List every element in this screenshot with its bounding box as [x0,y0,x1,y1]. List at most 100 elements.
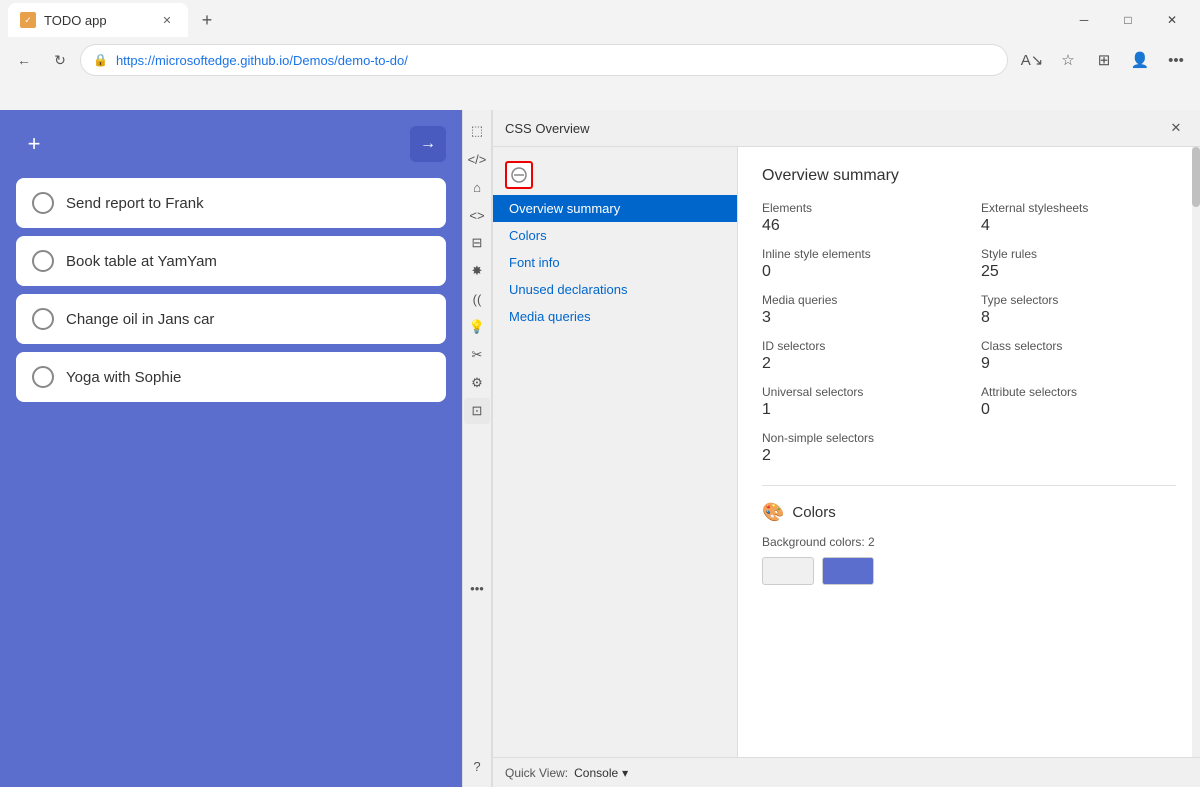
devtools-sidebar: ⬚ </> ⌂ <> ⊟ ✸ (( 💡 ✂ ⚙ ⊡ ••• ? [462,110,492,787]
devtools-icon-settings[interactable]: ⚙ [464,370,490,396]
css-divider [762,485,1176,486]
devtools-icon-elements[interactable]: ⌂ [464,174,490,200]
close-window-button[interactable]: ✕ [1152,6,1192,34]
stat-nonsimple-label: Non-simple selectors [762,431,957,445]
todo-item[interactable]: Change oil in Jans car [16,294,446,344]
stat-external-label: External stylesheets [981,201,1176,215]
new-tab-button[interactable]: + [192,5,222,35]
stat-attribute-label: Attribute selectors [981,385,1176,399]
todo-checkbox[interactable] [32,366,54,388]
main-area: + → Send report to Frank Book table at Y… [0,110,1200,787]
stat-attribute-selectors: Attribute selectors 0 [981,385,1176,419]
stat-class-value: 9 [981,355,1176,373]
stat-type-value: 8 [981,309,1176,327]
css-overview-title: CSS Overview [505,121,590,136]
css-overview-header: CSS Overview ✕ [493,110,1200,147]
stat-rules-label: Style rules [981,247,1176,261]
quick-view-bar: Quick View: Console ▾ [493,757,1200,787]
colors-title-text: Colors [792,504,835,521]
todo-item[interactable]: Book table at YamYam [16,236,446,286]
tab-favicon: ✓ [20,12,36,28]
todo-checkbox[interactable] [32,192,54,214]
devtools-icon-network[interactable]: ⊟ [464,230,490,256]
css-nav-item-font-info[interactable]: Font info [493,249,737,276]
address-bar[interactable]: 🔒 https://microsoftedge.github.io/Demos/… [80,44,1008,76]
devtools-icon-css-overview[interactable]: ⊡ [464,398,490,424]
stat-universal-selectors: Universal selectors 1 [762,385,957,419]
collections-icon[interactable]: ⊞ [1088,44,1120,76]
back-button[interactable]: ← [8,44,40,76]
stat-elements-value: 46 [762,217,957,235]
todo-item-text: Send report to Frank [66,195,204,212]
stat-inline-style: Inline style elements 0 [762,247,957,281]
stat-universal-value: 1 [762,401,957,419]
css-nav-capture-area [493,155,737,195]
stat-media-queries: Media queries 3 [762,293,957,327]
todo-item-text: Book table at YamYam [66,253,217,270]
todo-checkbox[interactable] [32,250,54,272]
stat-media-value: 3 [762,309,957,327]
colors-section: 🎨 Colors Background colors: 2 [762,502,1176,585]
minimize-button[interactable]: ─ [1064,6,1104,34]
quick-view-select[interactable]: Console ▾ [574,766,628,780]
palette-icon: 🎨 [762,502,784,523]
todo-go-button[interactable]: → [410,126,446,162]
more-options-icon[interactable]: ••• [1160,44,1192,76]
background-colors-label: Background colors: 2 [762,535,1176,549]
css-nav-item-media-queries[interactable]: Media queries [493,303,737,330]
todo-panel: + → Send report to Frank Book table at Y… [0,110,462,787]
todo-item[interactable]: Yoga with Sophie [16,352,446,402]
devtools-icon-performance[interactable]: ✸ [464,258,490,284]
stat-type-selectors: Type selectors 8 [981,293,1176,327]
tab-close-button[interactable]: ✕ [158,11,176,29]
maximize-button[interactable]: □ [1108,6,1148,34]
devtools-icon-sources[interactable]: <> [464,202,490,228]
devtools-icon-application[interactable]: 💡 [464,314,490,340]
todo-item[interactable]: Send report to Frank [16,178,446,228]
browser-chrome: ✓ TODO app ✕ + ─ □ ✕ ← ↻ 🔒 https://micro… [0,0,1200,110]
css-nav-item-unused-declarations[interactable]: Unused declarations [493,276,737,303]
devtools-icon-security[interactable]: ✂ [464,342,490,368]
stat-type-label: Type selectors [981,293,1176,307]
color-swatch-light[interactable] [762,557,814,585]
stat-elements: Elements 46 [762,201,957,235]
capture-button[interactable] [505,161,533,189]
todo-header: + → [16,126,446,162]
stat-nonsimple-value: 2 [762,447,957,465]
css-overview-close-button[interactable]: ✕ [1164,116,1188,140]
colors-section-title: 🎨 Colors [762,502,1176,523]
quick-view-dropdown-icon: ▾ [622,766,628,780]
scrollbar-thumb[interactable] [1192,147,1200,207]
devtools-icon-more[interactable]: ••• [464,576,490,602]
window-controls: ─ □ ✕ [1064,6,1192,34]
devtools-icon-console[interactable]: </> [464,146,490,172]
profile-icon[interactable]: 👤 [1124,44,1156,76]
favorites-icon[interactable]: ☆ [1052,44,1084,76]
quick-view-label: Quick View: [505,766,568,780]
lock-icon: 🔒 [93,53,108,67]
read-aloud-icon[interactable]: A↘ [1016,44,1048,76]
quick-view-selected: Console [574,766,618,780]
reload-button[interactable]: ↻ [44,44,76,76]
stat-external-stylesheets: External stylesheets 4 [981,201,1176,235]
todo-add-button[interactable]: + [16,126,52,162]
scrollbar[interactable] [1192,147,1200,757]
stat-id-value: 2 [762,355,957,373]
navigation-bar: ← ↻ 🔒 https://microsoftedge.github.io/De… [0,40,1200,80]
devtools-icon-help[interactable]: ? [464,753,490,779]
tab-title: TODO app [44,13,150,28]
todo-items-list: Send report to Frank Book table at YamYa… [16,178,446,402]
color-swatches [762,557,1176,585]
css-nav-item-overview-summary[interactable]: Overview summary [493,195,737,222]
stat-inline-value: 0 [762,263,957,281]
devtools-icon-inspect[interactable]: ⬚ [464,118,490,144]
no-entry-icon [511,167,527,183]
color-swatch-blue[interactable] [822,557,874,585]
css-nav-item-colors[interactable]: Colors [493,222,737,249]
browser-tab[interactable]: ✓ TODO app ✕ [8,3,188,37]
stat-class-selectors: Class selectors 9 [981,339,1176,373]
devtools-icon-memory[interactable]: (( [464,286,490,312]
todo-checkbox[interactable] [32,308,54,330]
stat-class-label: Class selectors [981,339,1176,353]
todo-item-text: Yoga with Sophie [66,369,181,386]
